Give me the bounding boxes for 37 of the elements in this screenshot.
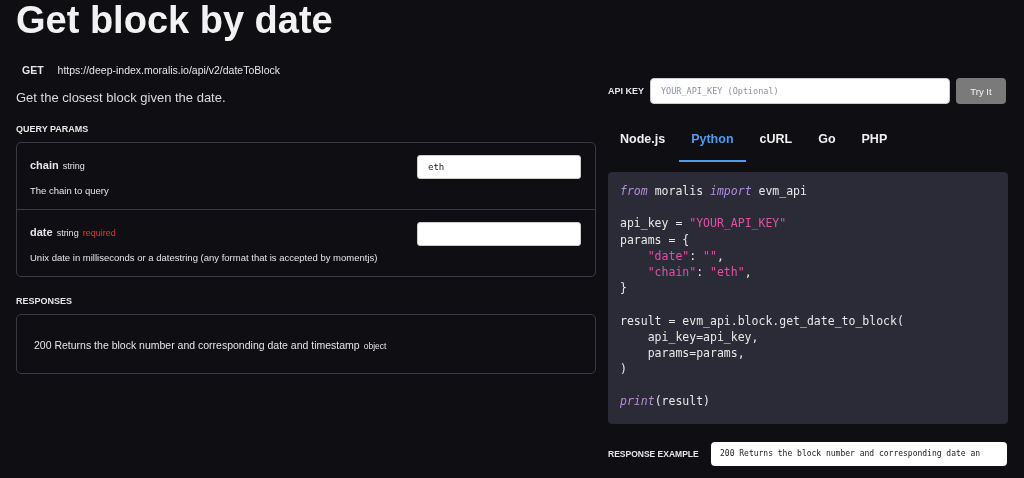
section-heading: QUERY PARAMS <box>16 124 90 134</box>
response-example-select[interactable]: 200 Returns the block number and corresponding date an <box>711 441 1007 466</box>
param-name: chain <box>30 159 59 171</box>
code-line: params=params, <box>647 345 745 360</box>
response-type: object <box>363 341 387 351</box>
param-input-field[interactable] <box>417 222 581 246</box>
response-card[interactable]: 200 Returns the block number and corresponding date and timestamp object <box>16 314 596 374</box>
response-description: 200 Returns the block number and corresponding date and timestamp <box>34 339 360 351</box>
api-key-label: API KEY <box>608 86 645 96</box>
param-description: The chain to query <box>30 184 110 198</box>
param-type: string <box>62 161 85 171</box>
language-tab[interactable]: Python <box>679 124 746 162</box>
code-line: "date": "", <box>647 248 724 263</box>
param-name: date <box>30 226 53 238</box>
code-line: api_key = "YOUR_API_KEY" <box>620 216 787 231</box>
section-heading: RESPONSES <box>16 296 74 306</box>
code-line: } <box>620 281 627 296</box>
param-input-field[interactable]: eth <box>417 155 581 179</box>
language-tab[interactable]: Go <box>806 124 848 162</box>
code-line: api_key=api_key, <box>647 329 759 344</box>
language-tab[interactable]: PHP <box>849 124 900 162</box>
endpoint-description: Get the closest block given the date. <box>16 90 227 105</box>
code-line: print(result) <box>620 394 710 409</box>
code-line: result = evm_api.block.get_date_to_block( <box>620 313 904 328</box>
endpoint-url: https://deep-index.moralis.io/api/v2/dateToBlock <box>57 64 280 76</box>
code-line: params = { <box>620 232 690 247</box>
language-tab[interactable]: Node.js <box>608 124 678 162</box>
page-title: Get block by date <box>16 0 334 40</box>
language-tab[interactable]: cURL <box>747 124 805 162</box>
code-line: from moralis import evm_api <box>620 184 807 198</box>
http-method: GET <box>22 64 44 76</box>
response-example-label: RESPONSE EXAMPLE <box>608 448 700 459</box>
param-type: string <box>56 228 79 238</box>
param-description: Unix date in milliseconds or a datestring (any format that is accepted by momentjs) <box>30 251 379 265</box>
required-label: required <box>82 228 116 238</box>
code-line: "chain": "eth", <box>647 264 752 279</box>
code-line: ) <box>620 362 627 377</box>
